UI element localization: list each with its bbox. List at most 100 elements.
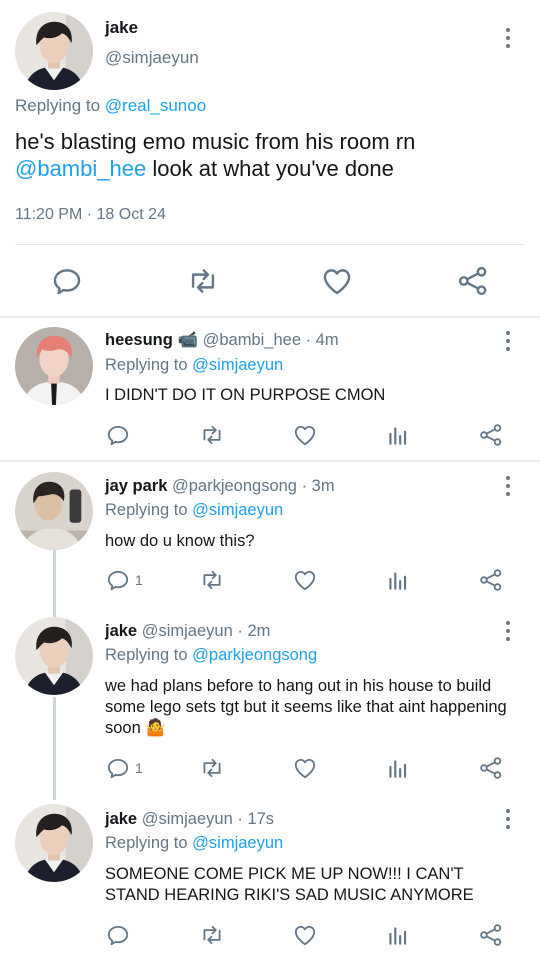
share-icon: [478, 922, 504, 948]
post-age: · 3m: [301, 477, 335, 495]
more-options-button[interactable]: [499, 329, 519, 353]
replying-to: Replying to @simjaeyun: [105, 356, 284, 374]
reply-button[interactable]: 1: [105, 754, 143, 782]
like-icon: [320, 264, 354, 298]
more-options-button[interactable]: [499, 619, 519, 643]
more-icon: [506, 28, 510, 32]
avatar[interactable]: [15, 472, 93, 550]
share-button[interactable]: [478, 754, 504, 782]
divider: [0, 316, 540, 318]
author-name[interactable]: heesung: [105, 331, 173, 349]
retweet-icon: [199, 922, 225, 948]
more-icon: [506, 621, 510, 625]
retweet-button[interactable]: [199, 421, 225, 449]
post-age: · 17s: [237, 810, 275, 828]
like-icon: [292, 422, 318, 448]
reply-header: jake @simjaeyun · 17s: [105, 810, 274, 829]
author-name[interactable]: jake: [105, 810, 137, 828]
reply-text: how do u know this?: [105, 532, 255, 550]
avatar[interactable]: [15, 12, 93, 90]
like-button[interactable]: [292, 921, 318, 949]
share-button[interactable]: [478, 421, 504, 449]
author-name[interactable]: jake: [105, 18, 138, 38]
avatar[interactable]: [15, 327, 93, 405]
reply-header: jay park @parkjeongsong · 3m: [105, 477, 335, 496]
retweet-button[interactable]: [199, 921, 225, 949]
like-icon: [292, 567, 318, 593]
reply-icon: [50, 264, 84, 298]
thread-line: [53, 697, 56, 800]
analytics-button[interactable]: [385, 754, 411, 782]
like-button[interactable]: [292, 754, 318, 782]
shrug-emoji: 🤷: [145, 719, 166, 737]
reply-button[interactable]: [105, 421, 131, 449]
more-options-button[interactable]: [499, 26, 519, 50]
author-name[interactable]: jake: [105, 622, 137, 640]
author-handle[interactable]: @bambi_hee: [203, 331, 301, 349]
more-options-button[interactable]: [499, 474, 519, 498]
replying-to: Replying to @simjaeyun: [105, 501, 284, 519]
replying-to-link[interactable]: @parkjeongsong: [192, 646, 317, 664]
replying-to: Replying to @parkjeongsong: [105, 646, 318, 664]
replying-to-link[interactable]: @simjaeyun: [192, 356, 283, 374]
reply-icon: [105, 422, 131, 448]
camera-emoji: 📹: [177, 331, 198, 349]
tweet-timestamp[interactable]: 11:20 PM · 18 Oct 24: [15, 206, 166, 224]
author-handle[interactable]: @parkjeongsong: [172, 477, 297, 495]
reply-count: 1: [135, 760, 143, 776]
divider: [0, 460, 540, 462]
more-icon: [506, 476, 510, 480]
retweet-button[interactable]: [186, 264, 220, 298]
author-name[interactable]: jay park: [105, 477, 167, 495]
reply-icon: [105, 755, 131, 781]
author-handle[interactable]: @simjaeyun: [105, 48, 199, 68]
analytics-button[interactable]: [385, 921, 411, 949]
share-button[interactable]: [456, 264, 490, 298]
analytics-icon: [385, 922, 411, 948]
analytics-button[interactable]: [385, 566, 411, 594]
retweet-icon: [186, 264, 220, 298]
replying-to: Replying to @simjaeyun: [105, 834, 284, 852]
replying-to-link[interactable]: @simjaeyun: [192, 501, 283, 519]
reply-count: 1: [135, 572, 143, 588]
reply-button[interactable]: [105, 921, 131, 949]
reply-button[interactable]: 1: [105, 566, 143, 594]
avatar[interactable]: [15, 804, 93, 882]
retweet-button[interactable]: [199, 754, 225, 782]
author-handle[interactable]: @simjaeyun: [142, 622, 233, 640]
more-icon: [506, 809, 510, 813]
reply-icon: [105, 567, 131, 593]
reply-button[interactable]: [50, 264, 84, 298]
divider: [15, 244, 525, 245]
reply-text: we had plans before to hang out in his h…: [105, 677, 507, 737]
tweet-text: he's blasting emo music from his room rn…: [15, 129, 416, 181]
retweet-button[interactable]: [199, 566, 225, 594]
replying-to: Replying to @real_sunoo: [15, 96, 207, 115]
retweet-icon: [199, 422, 225, 448]
replying-to-link[interactable]: @real_sunoo: [105, 96, 206, 115]
analytics-icon: [385, 567, 411, 593]
reply-header: jake @simjaeyun · 2m: [105, 622, 270, 641]
post-age: · 4m: [305, 331, 339, 349]
avatar[interactable]: [15, 617, 93, 695]
replying-to-link[interactable]: @simjaeyun: [192, 834, 283, 852]
reply-text: I DIDN'T DO IT ON PURPOSE CMON: [105, 386, 386, 404]
reply-text: SOMEONE COME PICK ME UP NOW!!! I CAN'T S…: [105, 865, 474, 904]
share-icon: [478, 567, 504, 593]
analytics-icon: [385, 755, 411, 781]
mention-link[interactable]: @bambi_hee: [15, 156, 146, 181]
share-icon: [478, 422, 504, 448]
author-handle[interactable]: @simjaeyun: [142, 810, 233, 828]
retweet-icon: [199, 567, 225, 593]
share-icon: [478, 755, 504, 781]
like-button[interactable]: [292, 566, 318, 594]
share-button[interactable]: [478, 566, 504, 594]
like-button[interactable]: [292, 421, 318, 449]
more-options-button[interactable]: [499, 807, 519, 831]
share-icon: [456, 264, 490, 298]
more-icon: [506, 331, 510, 335]
reply-icon: [105, 922, 131, 948]
analytics-button[interactable]: [385, 421, 411, 449]
like-button[interactable]: [320, 264, 354, 298]
share-button[interactable]: [478, 921, 504, 949]
